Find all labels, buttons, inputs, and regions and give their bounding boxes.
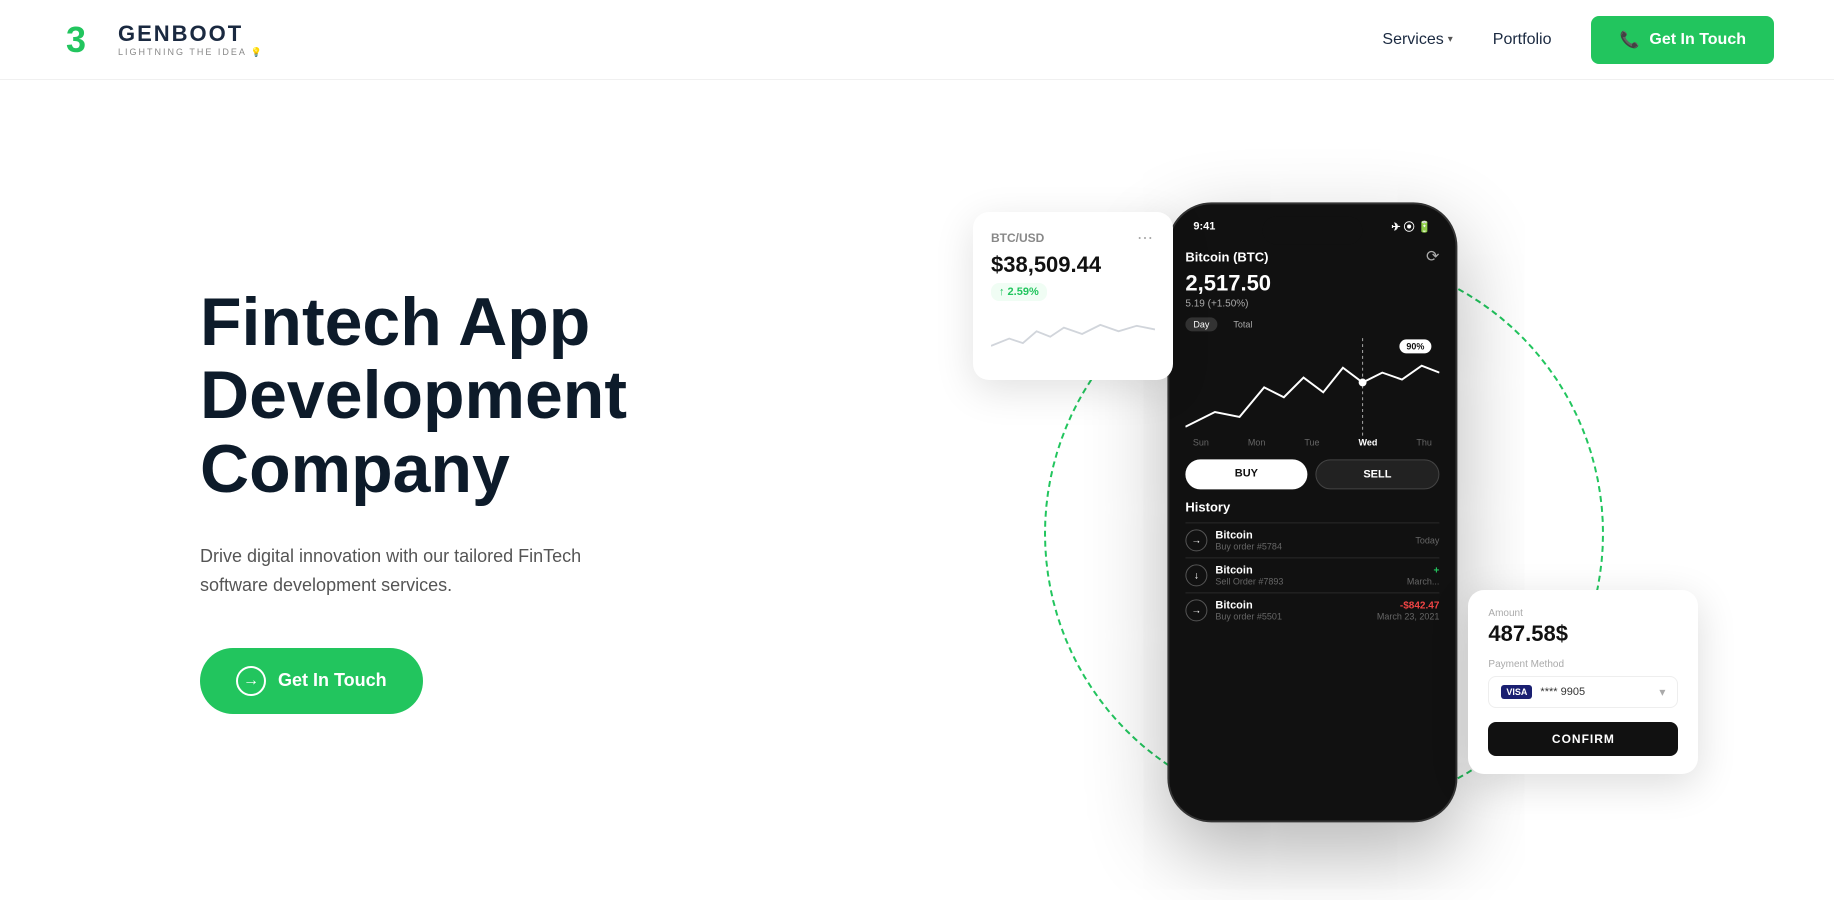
hero-left: Fintech App Development Company Drive di…: [200, 286, 720, 714]
history-info: Bitcoin Buy order #5784: [1215, 529, 1282, 551]
card-btcusd: BTC/USD ⋯ $38,509.44 ↑ 2.59%: [973, 212, 1173, 380]
phone-chart-area: Bitcoin (BTC) ⟳ 2,517.50 5.19 (+1.50%) D…: [1169, 238, 1455, 437]
buy-button[interactable]: BUY: [1185, 459, 1307, 489]
chevron-down-icon: ▾: [1659, 685, 1665, 699]
phone-crypto-header: Bitcoin (BTC) ⟳: [1185, 246, 1439, 266]
history-item: → Bitcoin Buy order #5501 -$842.47 March…: [1185, 592, 1439, 627]
day-mon: Mon: [1248, 437, 1266, 447]
day-sun: Sun: [1193, 437, 1209, 447]
arrow-right-icon: →: [1185, 599, 1207, 621]
day-wed: Wed: [1359, 437, 1378, 447]
btcusd-label: BTC/USD: [991, 231, 1044, 245]
day-thu: Thu: [1416, 437, 1432, 447]
chevron-down-icon: ▾: [1448, 34, 1453, 45]
history-info: Bitcoin Sell Order #7893: [1215, 564, 1283, 586]
nav-services[interactable]: Services ▾: [1382, 31, 1452, 49]
phone-days: Sun Mon Tue Wed Thu: [1169, 437, 1455, 447]
phone-chart-svg: [1185, 337, 1439, 437]
share-icon[interactable]: ⟳: [1426, 246, 1439, 266]
status-time: 9:41: [1193, 220, 1215, 232]
phone-buy-sell: BUY SELL: [1169, 459, 1455, 489]
chart-percent-badge: 90%: [1399, 339, 1431, 353]
hero-title: Fintech App Development Company: [200, 286, 720, 506]
payment-method-label: Payment Method: [1488, 659, 1678, 670]
phone-history: History → Bitcoin Buy order #5784 Today: [1169, 499, 1455, 627]
arrow-right-icon: →: [1185, 529, 1207, 551]
sell-button[interactable]: SELL: [1315, 459, 1439, 489]
payment-method-selector[interactable]: VISA **** 9905 ▾: [1488, 676, 1678, 708]
chart-tabs: Day Total: [1185, 317, 1439, 331]
nav-cta-button[interactable]: 📞 Get In Touch: [1591, 16, 1774, 64]
hero-section: Fintech App Development Company Drive di…: [0, 80, 1834, 900]
btcusd-change: ↑ 2.59%: [991, 283, 1047, 301]
payment-amount-label: Amount: [1488, 608, 1678, 619]
phone-notch: [1262, 216, 1362, 244]
logo-icon: 3: [60, 16, 108, 64]
btcusd-price: $38,509.44: [991, 252, 1155, 278]
status-icons: ✈ ⦿ 🔋: [1391, 218, 1431, 234]
visa-badge: VISA: [1501, 685, 1532, 699]
card-payment: Amount 487.58$ Payment Method VISA **** …: [1468, 590, 1698, 774]
phone-icon: 📞: [1619, 30, 1639, 50]
logo-text: GENBOOT LIGHTNING THE IDEA 💡: [118, 21, 264, 58]
brand-name: GENBOOT: [118, 21, 264, 47]
nav-right: Services ▾ Portfolio 📞 Get In Touch: [1382, 16, 1774, 64]
btcusd-chart: [991, 309, 1155, 359]
history-item: → Bitcoin Buy order #5784 Today: [1185, 522, 1439, 557]
crypto-name: Bitcoin (BTC): [1185, 249, 1268, 264]
hero-right: BTC/USD ⋯ $38,509.44 ↑ 2.59% 9:41 ✈ ⦿ 🔋: [934, 140, 1714, 860]
crypto-change: 5.19 (+1.50%): [1185, 298, 1439, 309]
phone-mockup: 9:41 ✈ ⦿ 🔋 Bitcoin (BTC) ⟳ 2,517.50 5.19…: [1167, 202, 1457, 822]
card-number: **** 9905: [1540, 686, 1585, 698]
history-title: History: [1185, 499, 1439, 514]
history-info: Bitcoin Buy order #5501: [1215, 599, 1282, 621]
confirm-button[interactable]: CONFIRM: [1488, 722, 1678, 756]
brand-tagline: LIGHTNING THE IDEA 💡: [118, 47, 264, 58]
phone-screen: 9:41 ✈ ⦿ 🔋 Bitcoin (BTC) ⟳ 2,517.50 5.19…: [1169, 204, 1455, 820]
history-amount: + March...: [1407, 565, 1440, 586]
logo[interactable]: 3 GENBOOT LIGHTNING THE IDEA 💡: [60, 16, 264, 64]
hero-cta-button[interactable]: → Get In Touch: [200, 648, 423, 714]
more-options-icon[interactable]: ⋯: [1137, 228, 1155, 248]
history-item: ↓ Bitcoin Sell Order #7893 + March...: [1185, 557, 1439, 592]
crypto-price: 2,517.50: [1185, 270, 1439, 296]
arrow-down-icon: ↓: [1185, 564, 1207, 586]
hero-desc: Drive digital innovation with our tailor…: [200, 542, 620, 600]
day-tue: Tue: [1304, 437, 1319, 447]
nav-portfolio[interactable]: Portfolio: [1493, 31, 1552, 49]
navbar: 3 GENBOOT LIGHTNING THE IDEA 💡 Services …: [0, 0, 1834, 80]
tab-day[interactable]: Day: [1185, 317, 1217, 331]
payment-amount: 487.58$: [1488, 621, 1678, 647]
tab-total[interactable]: Total: [1225, 317, 1260, 331]
history-amount: Today: [1415, 535, 1439, 545]
arrow-right-icon: →: [236, 666, 266, 696]
history-amount: -$842.47 March 23, 2021: [1377, 600, 1440, 621]
svg-text:3: 3: [66, 19, 86, 60]
